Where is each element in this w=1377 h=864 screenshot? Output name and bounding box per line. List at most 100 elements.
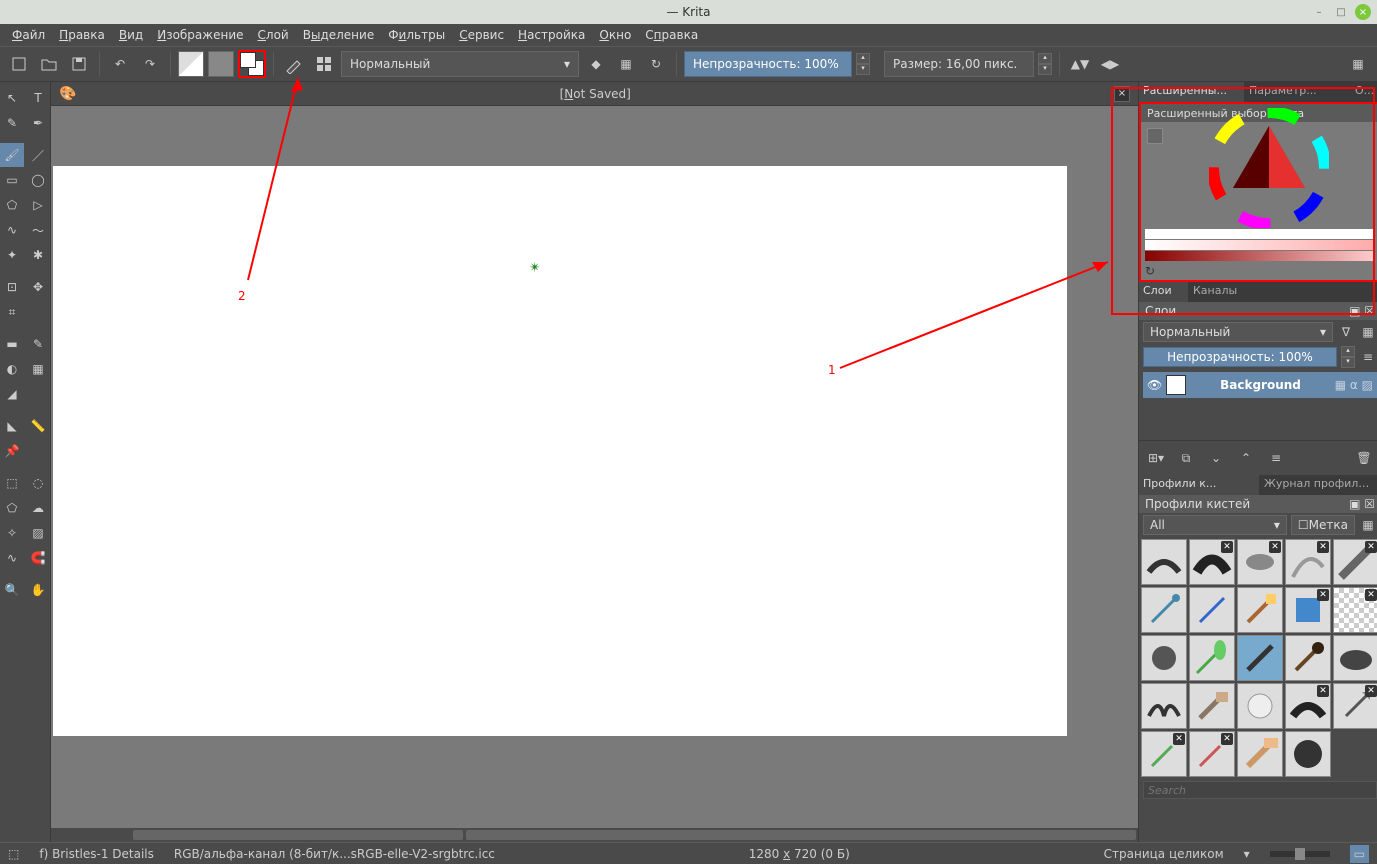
layer-settings-button[interactable]: ▦: [1359, 323, 1377, 341]
layer-down-button[interactable]: ⌄: [1203, 445, 1229, 471]
tool-polyline[interactable]: ▷: [26, 193, 50, 217]
canvas[interactable]: [53, 166, 1067, 736]
menu-image[interactable]: Изображение: [151, 26, 249, 44]
tab-layers[interactable]: Слои: [1139, 282, 1189, 302]
new-button[interactable]: [6, 51, 32, 77]
brush-preset[interactable]: ✕: [1285, 539, 1331, 585]
brush-preset[interactable]: [1237, 683, 1283, 729]
menu-edit[interactable]: Правка: [53, 26, 111, 44]
layer-opacity-slider[interactable]: Непрозрачность: 100%: [1143, 347, 1337, 367]
tool-select-bezier[interactable]: ∿: [0, 546, 24, 570]
mirror-h-button[interactable]: ▲▼: [1067, 51, 1093, 77]
tool-select-ellipse[interactable]: ◌: [26, 471, 50, 495]
tab-params[interactable]: Параметр...: [1245, 82, 1351, 102]
brush-search-input[interactable]: [1143, 781, 1377, 799]
brush-preset[interactable]: [1285, 731, 1331, 777]
opacity-spin[interactable]: ▴▾: [856, 53, 870, 75]
close-document-button[interactable]: ×: [1114, 86, 1130, 102]
open-button[interactable]: [36, 51, 62, 77]
tool-brush[interactable]: 🖌: [0, 143, 24, 167]
tool-move-layer[interactable]: ✥: [26, 275, 50, 299]
tool-rect[interactable]: ▭: [0, 168, 24, 192]
layer-opacity-spin[interactable]: ▴▾: [1341, 346, 1355, 368]
brush-preset[interactable]: ✕: [1285, 587, 1331, 633]
menu-file[interactable]: Файл: [6, 26, 51, 44]
menu-help[interactable]: Справка: [639, 26, 704, 44]
brush-preset[interactable]: ✕: [1333, 683, 1377, 729]
tool-reference[interactable]: 📌: [0, 439, 24, 463]
brush-settings-button[interactable]: [311, 51, 337, 77]
tool-select-rect[interactable]: ⬚: [0, 471, 24, 495]
brush-preset[interactable]: [1189, 683, 1235, 729]
tool-pattern[interactable]: ▦: [26, 357, 50, 381]
tool-transform[interactable]: ⊡: [0, 275, 24, 299]
tool-freehand-path[interactable]: 〜: [26, 218, 50, 242]
brush-preset[interactable]: ✕: [1237, 539, 1283, 585]
layer-filter-button[interactable]: ∇: [1337, 323, 1355, 341]
layer-blend-combo[interactable]: Нормальный▾: [1143, 322, 1333, 342]
brush-preset[interactable]: [1237, 635, 1283, 681]
reload-brush-button[interactable]: ↻: [643, 51, 669, 77]
pattern-swatch[interactable]: [208, 51, 234, 77]
menu-view[interactable]: Вид: [113, 26, 149, 44]
color-strip-1[interactable]: [1145, 229, 1375, 239]
color-strip-3[interactable]: [1145, 251, 1375, 261]
tool-assistant[interactable]: ◣: [0, 414, 24, 438]
save-button[interactable]: [66, 51, 92, 77]
tool-ellipse[interactable]: ◯: [26, 168, 50, 192]
brush-preset[interactable]: ✕: [1333, 587, 1377, 633]
opacity-slider[interactable]: Непрозрачность: 100%: [684, 51, 852, 77]
brush-preset[interactable]: ✕: [1189, 731, 1235, 777]
fg-bg-color-swatch[interactable]: [238, 50, 266, 78]
menu-window[interactable]: Окно: [593, 26, 637, 44]
redo-button[interactable]: ↷: [137, 51, 163, 77]
brush-preset[interactable]: [1141, 587, 1187, 633]
layer-props-button[interactable]: ≡: [1359, 348, 1377, 366]
brush-preset[interactable]: [1285, 635, 1331, 681]
color-menu-button[interactable]: [1147, 128, 1163, 144]
tool-select-free[interactable]: ☁: [26, 496, 50, 520]
menu-settings[interactable]: Настройка: [512, 26, 591, 44]
tab-brush-presets[interactable]: Профили к...: [1139, 475, 1260, 495]
eraser-toggle[interactable]: ◆: [583, 51, 609, 77]
brush-preset[interactable]: [1189, 587, 1235, 633]
menu-tools[interactable]: Сервис: [453, 26, 510, 44]
tool-zoom[interactable]: 🔍: [0, 578, 24, 602]
undo-button[interactable]: ↶: [107, 51, 133, 77]
blend-mode-combo[interactable]: Нормальный▾: [341, 51, 579, 77]
horizontal-scrollbar[interactable]: [51, 828, 1138, 842]
brush-preset[interactable]: [1141, 635, 1187, 681]
brush-preset[interactable]: [1333, 635, 1377, 681]
brush-preset[interactable]: [1189, 635, 1235, 681]
tool-crop[interactable]: ⌗: [0, 300, 24, 324]
brush-preset[interactable]: [1237, 731, 1283, 777]
tool-polygon[interactable]: ⬠: [0, 193, 24, 217]
tool-dyna[interactable]: ✦: [0, 243, 24, 267]
brush-preset[interactable]: ✕: [1333, 539, 1377, 585]
brush-preset-button[interactable]: [281, 51, 307, 77]
size-spin[interactable]: ▴▾: [1038, 53, 1052, 75]
maximize-button[interactable]: □: [1333, 4, 1349, 20]
tab-o[interactable]: О...: [1351, 82, 1377, 102]
duplicate-layer-button[interactable]: ⧉: [1173, 445, 1199, 471]
tool-line[interactable]: ／: [26, 143, 50, 167]
tab-advanced-color[interactable]: Расширенны...: [1139, 82, 1245, 102]
status-zoom-label[interactable]: Страница целиком: [1104, 847, 1224, 861]
brush-preset[interactable]: ✕: [1141, 731, 1187, 777]
brush-preset[interactable]: [1237, 587, 1283, 633]
color-wheel[interactable]: [1209, 108, 1329, 228]
tool-measure[interactable]: 📏: [26, 414, 50, 438]
zoom-fit-button[interactable]: ▭: [1350, 845, 1369, 863]
brush-preset[interactable]: [1141, 539, 1187, 585]
layer-up-button[interactable]: ⌃: [1233, 445, 1259, 471]
color-strip-2[interactable]: [1145, 240, 1375, 250]
mirror-v-button[interactable]: ◀▶: [1097, 51, 1123, 77]
tab-brush-history[interactable]: Журнал профилей к...: [1260, 475, 1377, 495]
add-layer-button[interactable]: ⊞▾: [1143, 445, 1169, 471]
canvas-viewport[interactable]: ✴: [51, 106, 1138, 828]
tool-multibrush[interactable]: ✱: [26, 243, 50, 267]
layer-background[interactable]: 👁 Background ▦ α ▨: [1143, 372, 1377, 398]
tool-move[interactable]: ↖: [0, 86, 24, 110]
brush-preset[interactable]: ✕: [1285, 683, 1331, 729]
tool-text[interactable]: T: [26, 86, 50, 110]
